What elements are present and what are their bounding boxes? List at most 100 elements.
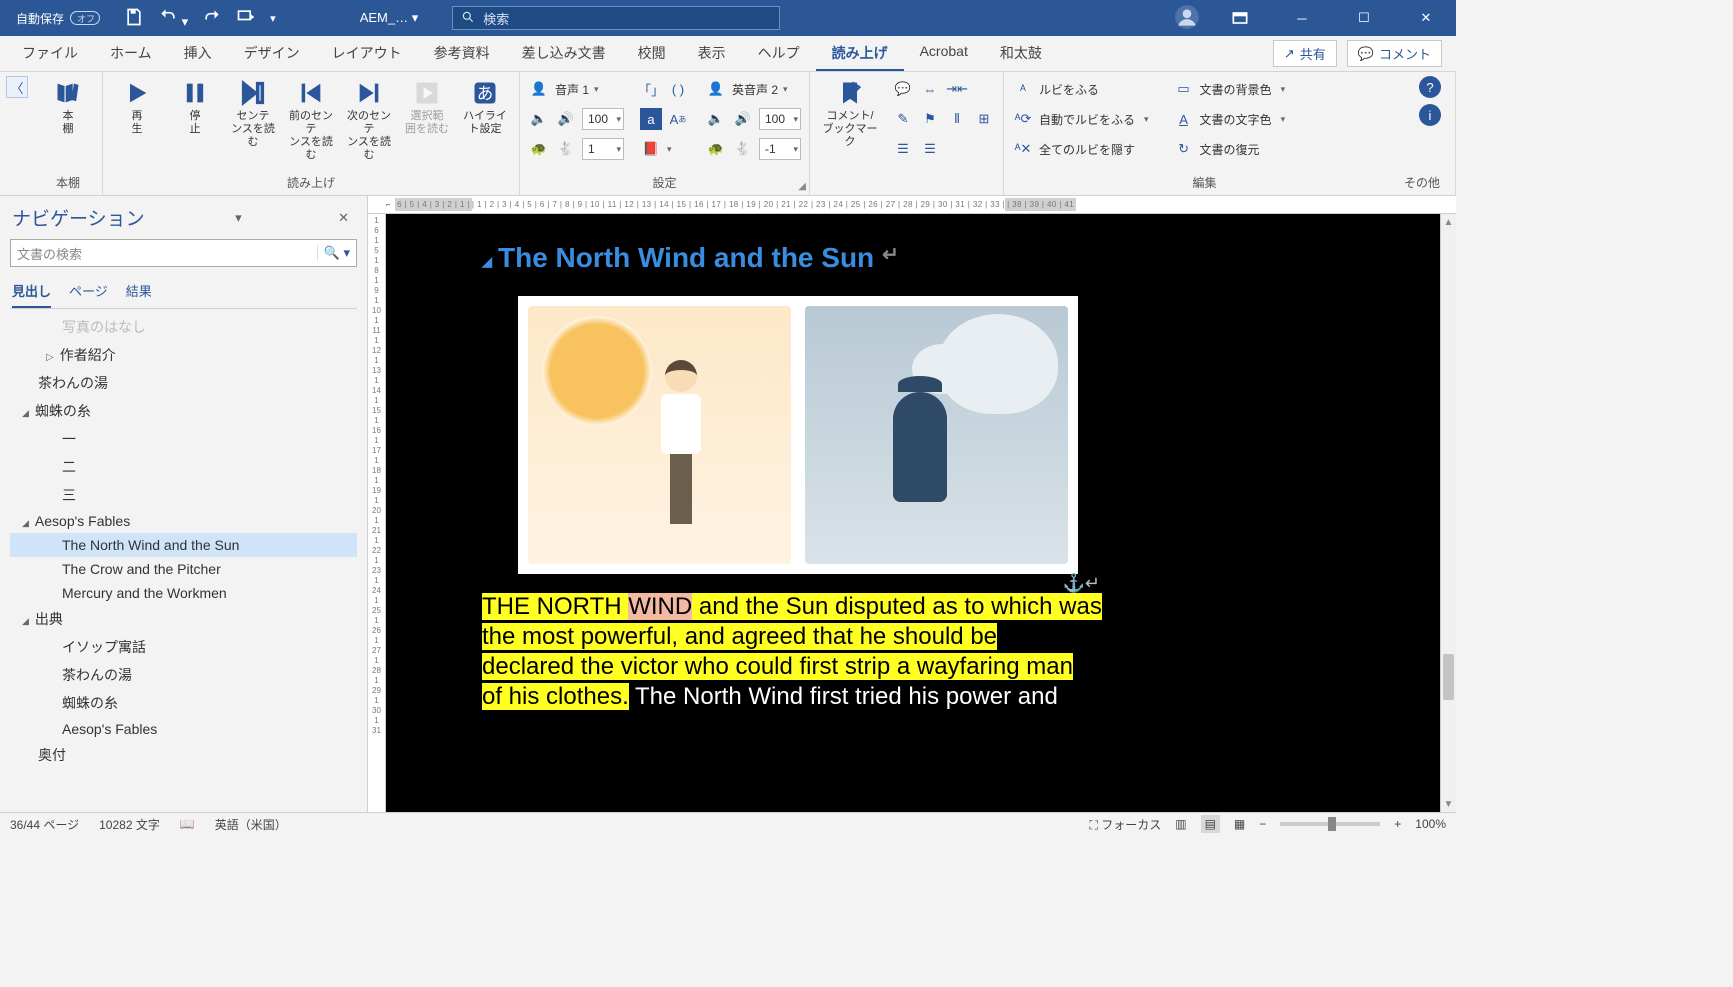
scroll-down-icon[interactable]: ▼ [1441,796,1456,812]
speed-fast-icon[interactable]: 🐇 [732,138,754,160]
web-layout-icon[interactable]: ▦ [1234,817,1245,831]
zoom-out-button[interactable]: − [1259,817,1266,831]
play-button[interactable]: 再 生 [111,78,163,136]
nav-item[interactable]: 写真のはなし [10,313,357,341]
minimize-button[interactable]: ─ [1280,0,1324,36]
next-sentence-button[interactable]: 次のセンテ ンスを読む [343,78,395,162]
a-char-icon[interactable]: a [640,108,662,130]
nav-item[interactable]: Aesop's Fables [10,509,357,533]
nav-tab-ページ[interactable]: ページ [69,277,108,308]
tab-ヘルプ[interactable]: ヘルプ [742,37,816,71]
ribbon-mode-icon[interactable] [1218,0,1262,36]
nav-options-icon[interactable]: ▾ [229,210,248,226]
print-layout-icon[interactable]: ▤ [1201,815,1220,833]
zoom-slider[interactable] [1280,822,1380,826]
redo-icon[interactable] [202,7,222,30]
voice1-selector[interactable]: 👤音声 1▾ [528,76,624,102]
read-selection-button[interactable]: 選択範 囲を読む [401,78,453,136]
tab-校閲[interactable]: 校閲 [622,37,682,71]
ruby-button[interactable]: ᴬルビをふる [1012,76,1149,102]
tab-表示[interactable]: 表示 [682,37,742,71]
nav-item[interactable]: The North Wind and the Sun [10,533,357,557]
nav-item[interactable]: Mercury and the Workmen [10,581,357,605]
pencil-icon[interactable]: ✎ [892,108,914,130]
focus-mode[interactable]: ⛶ フォーカス [1089,816,1161,833]
read-sentence-button[interactable]: センテ ンスを読む [227,78,279,149]
prev-sentence-button[interactable]: 前のセンテ ンスを読む [285,78,337,162]
document-name[interactable]: AEM_… ▾ [360,10,419,26]
horizontal-ruler[interactable]: ⌐6 | 5 | 4 | 3 | 2 | 1 | | 1 | 2 | 3 | 4… [368,196,1456,214]
search-box[interactable]: 検索 [452,6,780,30]
help-icon[interactable]: ? [1419,76,1441,98]
maximize-button[interactable]: ☐ [1342,0,1386,36]
bg-color-button[interactable]: ▭文書の背景色▾ [1173,76,1286,102]
tab-ファイル[interactable]: ファイル [6,37,94,71]
tab-読み上げ[interactable]: 読み上げ [816,37,904,71]
nav-tab-結果[interactable]: 結果 [126,277,152,308]
spacing-icon[interactable]: ⫴ [946,108,968,130]
scroll-up-icon[interactable]: ▲ [1441,214,1456,230]
comment-icon[interactable]: 💬 [892,78,914,100]
nav-item[interactable]: The Crow and the Pitcher [10,557,357,581]
highlight-settings-button[interactable]: あハイライ ト設定 [459,78,511,136]
nav-item[interactable]: 奥付 [10,741,357,769]
hide-ruby-button[interactable]: ᴬ✕全てのルビを隠す [1012,136,1149,162]
comment-button[interactable]: 💬コメント [1347,40,1442,67]
nav-close-icon[interactable]: ✕ [332,210,355,226]
tab-参考資料[interactable]: 参考資料 [418,37,506,71]
nav-item[interactable]: イソップ寓話 [10,633,357,661]
illustration-image[interactable] [518,296,1078,574]
qat-icon[interactable] [236,7,256,30]
nav-item[interactable]: 作者紹介 [10,341,357,369]
nav-item[interactable]: 蜘蛛の糸 [10,397,357,425]
language-status[interactable]: 英語（米国） [215,816,287,833]
pitch2-input[interactable]: -1 [759,138,801,160]
page-count[interactable]: 36/44 ページ [10,816,79,833]
volume-down-icon[interactable]: 🔈 [705,108,727,130]
bookshelf-button[interactable]: 本 棚 [42,78,94,136]
spellcheck-icon[interactable]: 📖 [180,817,195,831]
word-count[interactable]: 10282 文字 [99,816,160,833]
pitch1-input[interactable]: 1 [582,138,624,160]
voice2-selector[interactable]: 👤英音声 2▾ [705,76,801,102]
book-icon[interactable]: 📕 [640,138,662,160]
tab-Acrobat[interactable]: Acrobat [904,37,984,71]
nav-item[interactable]: 三 [10,481,357,509]
tab-デザイン[interactable]: デザイン [228,37,316,71]
tab-和太鼓[interactable]: 和太鼓 [984,37,1058,71]
restore-button[interactable]: ↻文書の復元 [1173,136,1286,162]
vertical-ruler[interactable]: 1615181911011111211311411511611711811912… [368,214,386,812]
auto-ruby-button[interactable]: ᴬ⟳自動でルビをふる▾ [1012,106,1149,132]
zoom-in-button[interactable]: + [1394,817,1401,831]
tab-レイアウト[interactable]: レイアウト [316,37,418,71]
search-icon[interactable]: 🔍 ▾ [317,245,350,261]
tab-差し込み文書[interactable]: 差し込み文書 [506,37,622,71]
font-icon[interactable]: Aあ [667,108,689,130]
rate1-input[interactable]: 100 [582,108,624,130]
volume-down-icon[interactable]: 🔈 [528,108,550,130]
nav-item[interactable]: 出典 [10,605,357,633]
nav-item[interactable]: Aesop's Fables [10,717,357,741]
close-button[interactable]: ✕ [1404,0,1448,36]
zoom-level[interactable]: 100% [1415,817,1446,831]
rate2-input[interactable]: 100 [759,108,801,130]
collapse-heading-icon[interactable]: ◢ [482,254,492,270]
share-button[interactable]: ↗共有 [1273,40,1337,67]
vertical-scrollbar[interactable]: ▲ ▼ [1440,214,1456,812]
undo-icon[interactable]: ▾ [158,6,188,30]
autosave-toggle[interactable]: 自動保存 オフ [16,10,100,27]
list-icon[interactable]: ☰ [892,138,914,160]
page-canvas[interactable]: ◢ The North Wind and the Sun↵ ⚓↵ THE NOR… [386,214,1440,812]
account-icon[interactable] [1174,4,1200,33]
list-icon[interactable]: ☰ [919,138,941,160]
comment-bookmark-button[interactable]: コメント/ ブックマーク [818,78,882,149]
flag-icon[interactable]: ⚑ [919,108,941,130]
tab-挿入[interactable]: 挿入 [168,37,228,71]
tab-ホーム[interactable]: ホーム [94,37,168,71]
nav-tab-見出し[interactable]: 見出し [12,277,51,308]
stop-button[interactable]: 停 止 [169,78,221,136]
nav-item[interactable]: 蜘蛛の糸 [10,689,357,717]
read-mode-icon[interactable]: ▥ [1175,817,1186,831]
volume-up-icon[interactable]: 🔊 [555,108,577,130]
paren-icon[interactable]: ( ) [667,78,689,100]
